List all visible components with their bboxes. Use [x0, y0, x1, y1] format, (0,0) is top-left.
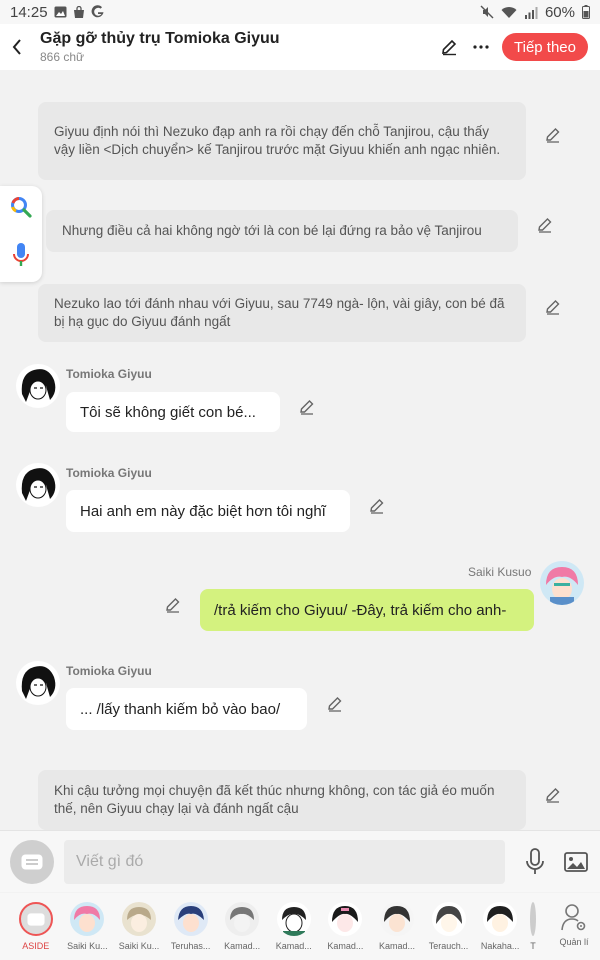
narration-text: Nhưng điều cả hai không ngờ tới là con b… [62, 222, 482, 240]
avatar-tomioka-giyuu[interactable] [16, 661, 60, 705]
narration-text: Giyuu định nói thì Nezuko đạp anh ra rồi… [54, 123, 510, 159]
narration-bubble[interactable]: Nhưng điều cả hai không ngờ tới là con b… [46, 210, 518, 252]
avatar-saiki-kusuo[interactable] [540, 561, 584, 605]
edit-message-icon[interactable] [164, 596, 182, 614]
character-name: Nakaha... [481, 941, 520, 951]
character-item[interactable]: Saiki Ku... [62, 893, 114, 951]
character-item[interactable]: T [526, 893, 540, 951]
character-name: Kamad... [224, 941, 260, 951]
battery-percent: 60% [545, 4, 575, 21]
status-bar: 14:25 60% [0, 0, 600, 24]
character-name: T [530, 941, 536, 951]
next-button[interactable]: Tiếp theo [502, 33, 588, 61]
message-input[interactable] [64, 840, 505, 884]
signal-icon [524, 6, 538, 19]
character-name: Terauch... [429, 941, 469, 951]
back-button[interactable] [0, 24, 34, 70]
character-item[interactable]: Nakaha... [474, 893, 526, 951]
character-item[interactable]: Terauch... [423, 893, 475, 951]
avatar-tomioka-giyuu[interactable] [16, 364, 60, 408]
character-name: Saiki Ku... [67, 941, 108, 951]
battery-icon [582, 5, 590, 19]
edit-message-icon[interactable] [544, 786, 562, 804]
character-name: ASIDE [22, 941, 49, 951]
character-name: Kamad... [379, 941, 415, 951]
word-count: 866 chữ [40, 49, 280, 65]
edit-message-icon[interactable] [326, 695, 344, 713]
character-item[interactable]: Saiki Ku... [113, 893, 165, 951]
narration-bubble[interactable]: Khi cậu tưởng mọi chuyện đã kết thúc như… [38, 770, 526, 830]
character-aside[interactable]: ASIDE [10, 893, 62, 951]
character-bar: ASIDE Saiki Ku... Saiki Ku... Teruhas...… [0, 893, 600, 960]
mute-icon [480, 5, 494, 19]
speaker-name: Tomioka Giyuu [66, 664, 152, 678]
image-icon [564, 852, 588, 872]
top-bar: Gặp gỡ thủy trụ Tomioka Giyuu 866 chữ Ti… [0, 24, 600, 70]
voice-input-button[interactable] [523, 848, 547, 876]
search-icon [9, 195, 33, 219]
narration-text: Khi cậu tưởng mọi chuyện đã kết thúc như… [54, 782, 510, 818]
narration-bubble[interactable]: Nezuko lao tới đánh nhau với Giyuu, sau … [38, 284, 526, 342]
aside-icon [21, 854, 43, 870]
chevron-left-icon [11, 38, 23, 56]
clock: 14:25 [10, 4, 48, 21]
wifi-icon [501, 6, 517, 19]
chat-bubble-text: Tôi sẽ không giết con bé... [80, 404, 256, 421]
edit-message-icon[interactable] [298, 398, 316, 416]
shopping-bag-icon [73, 6, 85, 19]
story-title: Gặp gỡ thủy trụ Tomioka Giyuu [40, 29, 280, 49]
character-item[interactable]: Kamad... [371, 893, 423, 951]
avatar-tomioka-giyuu[interactable] [16, 463, 60, 507]
character-item[interactable]: Teruhas... [165, 893, 217, 951]
manage-label: Quản lí [559, 937, 588, 947]
chat-bubble-text: /trả kiếm cho Giyuu/ -Đây, trả kiếm cho … [214, 602, 506, 619]
manage-characters-button[interactable]: Quản lí [548, 893, 600, 947]
pencil-icon [440, 38, 458, 56]
character-name: Saiki Ku... [119, 941, 160, 951]
chat-bubble[interactable]: Tôi sẽ không giết con bé... [66, 392, 280, 432]
edit-title-button[interactable] [438, 36, 460, 58]
speaker-name: Tomioka Giyuu [66, 466, 152, 480]
edit-message-icon[interactable] [544, 126, 562, 144]
chat-bubble[interactable]: Hai anh em này đặc biệt hơn tôi nghĩ [66, 490, 350, 532]
chat-area[interactable]: Giyuu định nói thì Nezuko đạp anh ra rồi… [0, 70, 600, 830]
voice-search-button[interactable] [12, 242, 30, 273]
user-settings-icon [561, 902, 587, 932]
speaker-name: Saiki Kusuo [468, 565, 531, 579]
character-name: Teruhas... [171, 941, 211, 951]
microphone-icon [12, 242, 30, 268]
edit-message-icon[interactable] [544, 298, 562, 316]
character-item[interactable]: Kamad... [320, 893, 372, 951]
google-search-button[interactable] [9, 195, 33, 224]
more-options-button[interactable] [470, 36, 492, 58]
chat-bubble-text: ... /lấy thanh kiếm bỏ vào bao/ [80, 701, 280, 718]
gallery-icon [54, 6, 67, 18]
character-item[interactable]: Kamad... [268, 893, 320, 951]
more-icon [473, 45, 489, 49]
compose-bar [0, 830, 600, 892]
chat-bubble-own[interactable]: /trả kiếm cho Giyuu/ -Đây, trả kiếm cho … [200, 589, 534, 631]
edit-message-icon[interactable] [536, 216, 554, 234]
speaker-name: Tomioka Giyuu [66, 367, 152, 381]
aside-toggle-button[interactable] [10, 840, 54, 884]
floating-search-widget [0, 186, 42, 282]
narration-text: Nezuko lao tới đánh nhau với Giyuu, sau … [54, 295, 510, 331]
character-name: Kamad... [276, 941, 312, 951]
google-icon [91, 5, 105, 19]
chat-bubble[interactable]: ... /lấy thanh kiếm bỏ vào bao/ [66, 688, 307, 730]
insert-image-button[interactable] [563, 850, 589, 874]
chat-bubble-text: Hai anh em này đặc biệt hơn tôi nghĩ [80, 503, 326, 520]
character-name: Kamad... [327, 941, 363, 951]
edit-message-icon[interactable] [368, 497, 386, 515]
narration-bubble[interactable]: Giyuu định nói thì Nezuko đạp anh ra rồi… [38, 102, 526, 180]
character-item[interactable]: Kamad... [216, 893, 268, 951]
aside-icon [27, 913, 45, 926]
microphone-icon [525, 848, 545, 876]
